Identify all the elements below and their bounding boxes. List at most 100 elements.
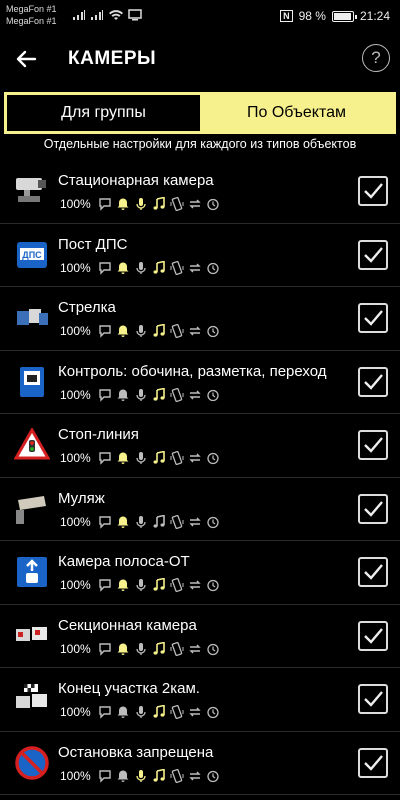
status-right: N 98 % 21:24 [280,9,390,23]
repeat-icon [189,771,201,780]
mic-icon [136,515,146,528]
phone-vibrate-icon [170,324,184,338]
phone-vibrate-icon [170,197,184,211]
enable-checkbox[interactable] [358,176,388,206]
enable-checkbox[interactable] [358,747,388,778]
object-name: Стрелка [58,299,116,316]
mic-icon [136,452,146,464]
battery-percent: 98 % [298,9,326,23]
bell-icon [117,325,129,337]
repeat-icon [189,326,201,336]
section-end-icon [14,682,50,716]
tab-bar: Для группы По Объектам [4,92,396,134]
no-stopping-icon [14,745,50,780]
enable-checkbox[interactable] [358,684,388,714]
mic-icon [136,706,146,718]
music-icon [153,705,165,718]
bell-icon [117,262,129,274]
music-icon [153,578,165,591]
enable-checkbox[interactable] [358,430,388,460]
bell-icon [117,643,129,655]
enable-checkbox[interactable] [358,366,388,397]
enable-checkbox[interactable] [358,239,388,270]
enable-checkbox[interactable] [358,303,388,333]
alert-settings[interactable]: 100% [60,705,220,719]
check-icon [364,500,383,517]
enable-checkbox[interactable] [358,557,388,587]
alert-settings[interactable]: 100% [60,324,220,338]
volume-percent: 100% [60,514,91,529]
alert-settings[interactable]: 100% [60,514,220,529]
object-row[interactable]: Контроль: обочина, разметка, переход 100% [0,350,400,414]
object-name: Камера полоса-ОТ [58,553,190,570]
check-icon [364,691,383,707]
mic-icon [136,642,146,655]
volume-percent: 100% [60,641,91,656]
repeat-icon [189,390,201,399]
alert-settings[interactable]: 100% [60,260,220,275]
alert-settings[interactable]: 100% [60,641,220,656]
volume-percent: 100% [60,387,91,402]
status-bar: MegaFon #1 MegaFon #1 N 98 % 21:24 [0,0,400,34]
phone-vibrate-icon [170,260,184,275]
mic-icon [136,198,146,210]
object-name: Муляж [58,489,105,507]
mic-icon [136,261,146,274]
object-row[interactable]: Стрелка 100% [0,287,400,351]
timer-icon [207,452,219,465]
carrier-2: MegaFon #1 [6,16,57,26]
message-icon [99,579,111,592]
timer-icon [207,770,219,782]
check-icon [364,754,383,771]
bell-icon [117,706,129,718]
music-icon [153,387,165,401]
enable-checkbox[interactable] [358,620,388,651]
signal-icon [73,10,85,20]
music-icon [153,641,165,655]
timer-icon [207,643,219,655]
object-row[interactable]: Стационарная камера 100% [0,160,400,224]
status-icons [72,9,142,21]
enable-checkbox[interactable] [358,493,388,524]
object-row[interactable]: Конец участка 2кам. 100% [0,668,400,732]
bell-icon [117,579,129,591]
tab-group[interactable]: Для группы [7,95,200,131]
timer-icon [207,706,219,719]
repeat-icon [189,580,201,590]
volume-percent: 100% [60,578,91,592]
alert-settings[interactable]: 100% [60,768,220,783]
repeat-icon [189,517,201,526]
alert-settings[interactable]: 100% [60,451,220,465]
control-sign-icon [14,365,50,399]
message-icon [99,198,111,211]
repeat-icon [189,453,201,463]
dps-icon-text: ДПС [22,250,42,260]
object-row[interactable]: Камера полоса-ОТ 100% [0,541,400,605]
mic-icon [136,579,146,591]
message-icon [99,261,111,275]
alert-settings[interactable]: 100% [60,387,220,402]
object-row[interactable]: Муляж 100% [0,477,400,541]
message-icon [99,706,111,719]
phone-vibrate-icon [170,451,184,465]
wifi-icon [109,10,123,20]
object-row[interactable]: Остановка запрещена 100% [0,731,400,795]
timer-icon [207,325,219,338]
alert-settings[interactable]: 100% [60,578,220,592]
back-button[interactable] [10,44,42,74]
object-row[interactable]: ДПС Пост ДПС 100% [0,223,400,287]
object-name: Конец участка 2кам. [58,680,200,697]
music-icon [153,260,165,274]
message-icon [99,515,111,529]
object-row[interactable]: Стоп-линия 100% [0,414,400,478]
alert-settings[interactable]: 100% [60,197,220,211]
check-icon [364,246,383,263]
tab-by-objects[interactable]: По Объектам [200,95,393,131]
object-row[interactable]: Секционная камера 100% [0,604,400,668]
stop-line-icon [13,426,51,462]
help-button[interactable]: ? [362,44,390,72]
timer-icon [207,198,219,211]
phone-vibrate-icon [170,641,184,656]
music-icon [153,514,165,528]
volume-percent: 100% [60,768,91,783]
